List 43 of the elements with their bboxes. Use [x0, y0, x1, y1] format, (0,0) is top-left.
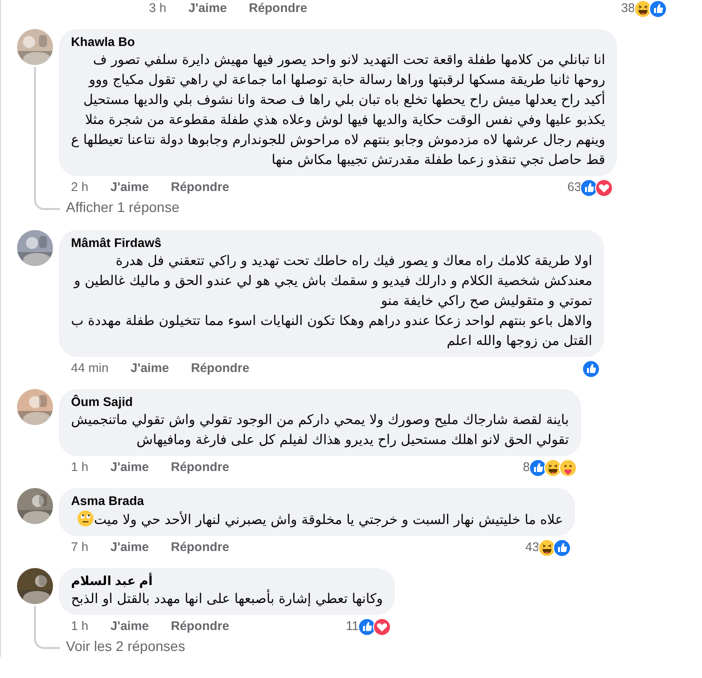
thread-curve — [34, 196, 60, 210]
like-link[interactable]: J'aime — [110, 538, 149, 557]
reaction-count: 63 — [567, 179, 582, 196]
like-icon — [553, 538, 572, 556]
reaction-count: 8 — [522, 459, 530, 476]
reply-link[interactable]: Répondre — [170, 458, 230, 477]
reply-link[interactable]: Répondre — [170, 617, 230, 636]
thread-curve — [34, 635, 60, 649]
comment-time: 44 min — [71, 360, 109, 378]
author-name[interactable]: Khawla Bo — [71, 34, 606, 51]
reply-link[interactable]: Répondre — [170, 178, 230, 197]
reply-link[interactable]: Répondre — [190, 359, 250, 378]
comment-time: 1 h — [71, 459, 88, 476]
replies-link[interactable]: Afficher 1 réponse — [66, 197, 180, 218]
comment-text: باينة لقصة شارجاك مليح وصورك ولا يمحي داركم من الوجود تقولي واش تقولي ماتنجميش تقولي الحق لانو اهلك مستحيل راح يديرو هذاك لفيلم كل على فارغة ومافيهاش — [71, 412, 569, 450]
reaction-count: 38 — [621, 0, 635, 18]
like-link[interactable]: J'aime — [110, 458, 149, 477]
like-link[interactable]: J'aime — [188, 0, 227, 18]
comment-time: 2 h — [71, 179, 88, 196]
comment-time: 7 h — [71, 539, 88, 556]
reaction-count: 43 — [525, 539, 540, 556]
like-icon — [649, 0, 667, 18]
hugging-face-icon — [558, 458, 577, 476]
comment-text: اولا طريقة كلامك راه معاك و يصور فيك راه حاطك تحت تهديد و راكي تتعقني فل هدرة معندكش شخصية الكلام و دارلك فيديو و سقمك باش يجي هو لي عندو الحق و ماليك غالطين و تموتي و متقوليش صح راكي خايفة منو والاهل باعو بنتهم لواحد زعكا عندو دراهم وهكا تكون النهايات اسوء مما تتخيلون طفلة مهددة ب القتل من زوجها والله اعلم — [71, 253, 592, 351]
comment-text: وكانها تعطي إشارة بأصبعها على انها مهدد بالقتل او الذبح — [71, 590, 383, 610]
like-link[interactable]: J'aime — [110, 617, 149, 636]
thread-line — [34, 606, 36, 635]
comment-time: 3 h — [149, 0, 166, 18]
reply-link[interactable]: Répondre — [170, 538, 230, 557]
like-link[interactable]: J'aime — [110, 178, 149, 197]
author-name[interactable]: Mâmât Firdawŝ — [71, 235, 592, 252]
rolling-eyes-emoji-icon — [77, 510, 94, 527]
replies-link[interactable]: Voir les 2 réponses — [66, 636, 186, 657]
author-name[interactable]: Asma Brada — [71, 493, 564, 510]
like-icon — [582, 360, 600, 378]
reaction-count: 11 — [346, 618, 359, 636]
author-name[interactable]: أم عبد السلام — [71, 573, 383, 590]
author-name[interactable]: Ôum Sajid — [71, 394, 569, 411]
comment-text: انا تبانلي من كلامها طفلة واقعة تحت التهديد لانو واحد يصور فيها مهيش دايرة سلفي تصور ف روحها ثانيا طريقة مسكها لرقبتها وراها رسالة حابة توصلها اما جماعة لي راهي تقول مكياج ووو أكيد راح يعدلها ميش راح يحطها تخلع باه تبان بلي راها ف صحة وانا نشوف بلي والديها مستحيل يكذبو عليها وفي نفس الوقت حكاية والديها فيها لوش وعلاه هذي طفلة مقطوعة من شجرة مثلا وينهم رجال عرشها لاه مزدموش وجابو بنتهم لاه مراحوش للجوندارم وجابوها دولة نتاعنا تعيطلها ع قط حاصل تجي تنقذو زعما طفلة مقدرتش تجيبها مكاش منها — [71, 52, 606, 170]
reply-link[interactable]: Répondre — [248, 0, 308, 18]
comment-time: 1 h — [71, 618, 88, 636]
comment-text: علاه ما خليتيش نهار السبت و خرجتي يا مخلوقة واش يصبرني لنهار الأحد حي ولا ميت — [71, 510, 564, 531]
like-link[interactable]: J'aime — [130, 359, 169, 378]
